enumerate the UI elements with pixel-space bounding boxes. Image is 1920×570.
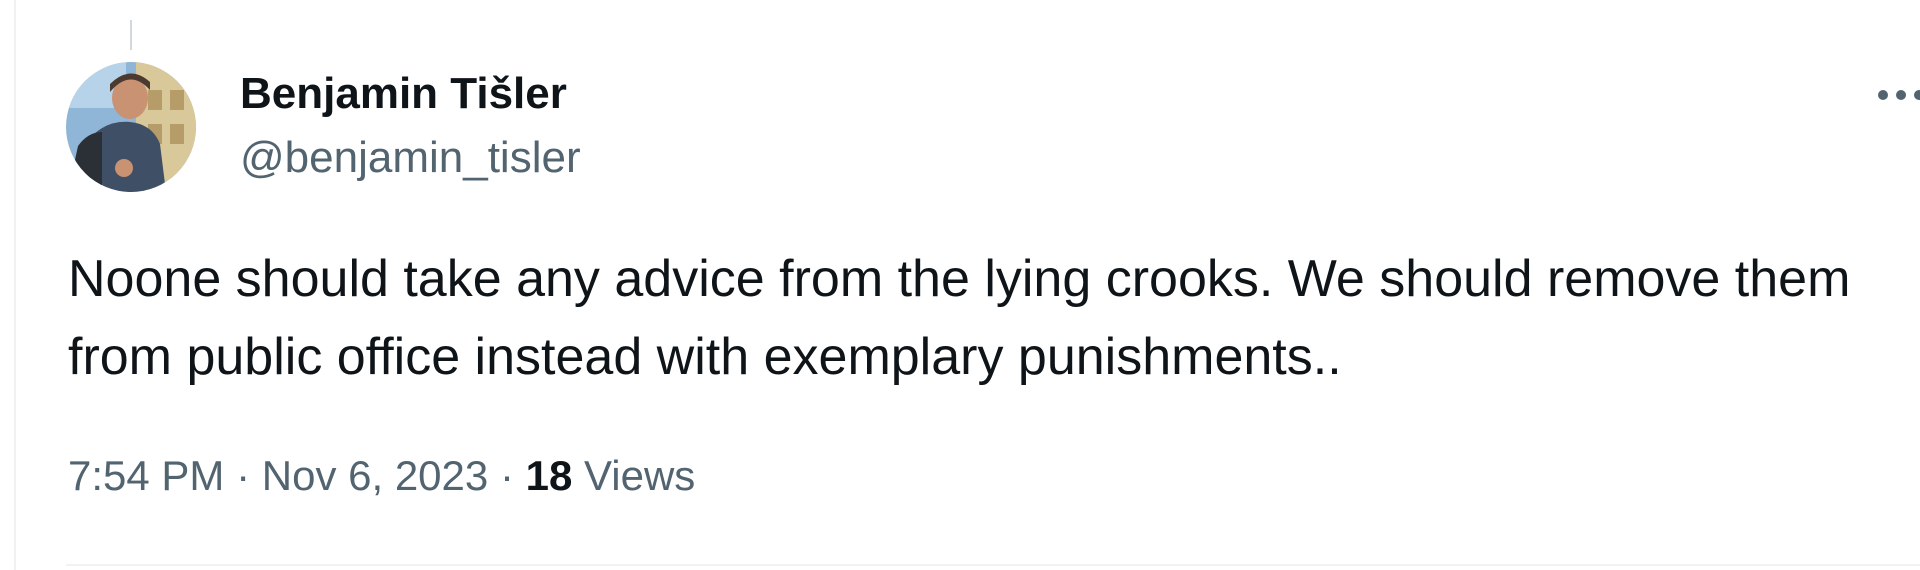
tweet-metadata: 7:54 PM · Nov 6, 2023 · 18 Views — [68, 448, 695, 504]
views-label: Views — [584, 452, 696, 499]
avatar[interactable] — [66, 62, 196, 192]
meta-separator: · — [499, 452, 514, 499]
author-handle[interactable]: @benjamin_tisler — [240, 132, 581, 184]
thread-connector — [130, 20, 132, 50]
tweet-timestamp[interactable]: 7:54 PM · Nov 6, 2023 — [68, 452, 488, 499]
tweet-date: Nov 6, 2023 — [261, 452, 489, 499]
tweet-card: Benjamin Tišler @benjamin_tisler Noone s… — [0, 0, 1920, 570]
bottom-divider — [66, 564, 1920, 566]
tweet-time: 7:54 PM — [68, 452, 225, 499]
meta-separator: · — [236, 452, 251, 499]
more-options-button[interactable] — [1868, 76, 1920, 116]
left-divider — [14, 0, 16, 570]
views-count: 18 — [525, 452, 573, 499]
author-info: Benjamin Tišler @benjamin_tisler — [240, 68, 581, 184]
avatar-photo — [66, 62, 196, 192]
author-display-name[interactable]: Benjamin Tišler — [240, 68, 581, 120]
tweet-text: Noone should take any advice from the ly… — [68, 250, 1865, 386]
